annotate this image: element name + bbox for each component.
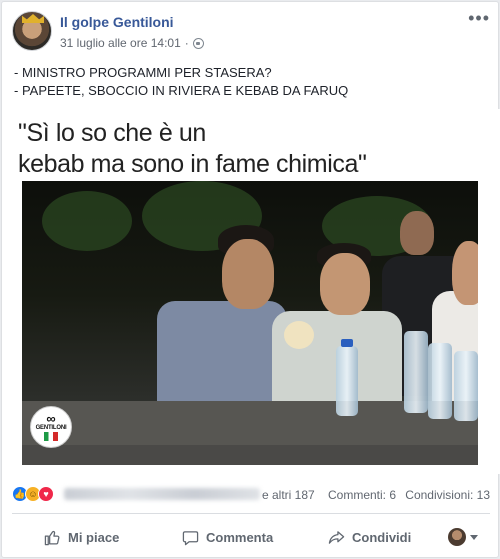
crown-icon (22, 14, 44, 23)
post-text-line: - MINISTRO PROGRAMMI PER STASERA? (14, 65, 272, 80)
share-count[interactable]: Condivisioni: 13 (405, 488, 490, 502)
italian-flag-icon (44, 432, 58, 441)
water-bottle (336, 346, 358, 416)
chevron-down-icon (470, 534, 478, 540)
infinity-icon: ∞ (46, 411, 56, 426)
profile-avatar (448, 528, 466, 546)
post-header: Il golpe Gentiloni 31 luglio alle ore 14… (12, 9, 490, 55)
comment-button[interactable]: Commenta (182, 522, 273, 552)
kebab (284, 321, 314, 349)
reaction-profile-selector[interactable] (448, 528, 478, 546)
thumbs-up-icon (44, 530, 60, 545)
share-button[interactable]: Condividi (328, 522, 411, 552)
separator-dot: · (184, 36, 189, 50)
blurred-liker-names (64, 488, 260, 500)
post-timestamp[interactable]: 31 luglio alle ore 14:01 (60, 36, 181, 50)
post-text-line: - PAPEETE, SBOCCIO IN RIVIERA E KEBAB DA… (14, 83, 349, 98)
post-text: - MINISTRO PROGRAMMI PER STASERA? - PAPE… (14, 64, 348, 100)
person-head (222, 239, 274, 309)
person-head (452, 241, 478, 305)
water-bottle (404, 331, 428, 413)
water-bottle (454, 351, 478, 421)
comment-count[interactable]: Commenti: 6 (328, 488, 396, 502)
share-button-label: Condividi (352, 529, 412, 545)
person-head (400, 211, 434, 255)
bottle-cap (341, 339, 353, 347)
post-card: Il golpe Gentiloni 31 luglio alle ore 14… (1, 1, 500, 558)
action-bar: Mi piace Commenta Condividi (2, 518, 500, 556)
like-button[interactable]: Mi piace (44, 522, 119, 552)
gentiloni-logo: ∞ GENTILONI (30, 406, 72, 448)
person-head (320, 253, 370, 315)
reaction-icons[interactable]: 👍 ☺ ♥ (12, 486, 54, 502)
globe-icon[interactable] (192, 37, 204, 49)
more-options-icon[interactable]: ••• (468, 9, 490, 27)
water-bottle (428, 343, 452, 419)
page-avatar[interactable] (12, 11, 52, 51)
post-image[interactable]: "Sì lo so che è un kebab ma sono in fame… (2, 109, 500, 474)
page-name-link[interactable]: Il golpe Gentiloni (60, 14, 174, 30)
share-icon (328, 530, 345, 544)
love-reaction-icon: ♥ (38, 486, 54, 502)
photo: ∞ GENTILONI (22, 181, 478, 465)
like-button-label: Mi piace (68, 529, 120, 545)
foliage (42, 191, 132, 251)
meme-caption: "Sì lo so che è un kebab ma sono in fame… (18, 118, 367, 180)
post-meta: 31 luglio alle ore 14:01 · (60, 36, 204, 50)
post-stats: 👍 ☺ ♥ e altri 187 Commenti: 6 Condivisio… (12, 484, 490, 504)
meme-caption-line: "Sì lo so che è un (18, 119, 206, 147)
meme-caption-line: kebab ma sono in fame chimica" (18, 150, 367, 178)
comment-button-label: Commenta (206, 529, 274, 545)
badge-label: GENTILONI (35, 425, 67, 431)
table-edge (22, 445, 478, 465)
divider (12, 513, 490, 514)
comment-icon (182, 530, 199, 545)
reaction-count[interactable]: e altri 187 (262, 488, 315, 502)
